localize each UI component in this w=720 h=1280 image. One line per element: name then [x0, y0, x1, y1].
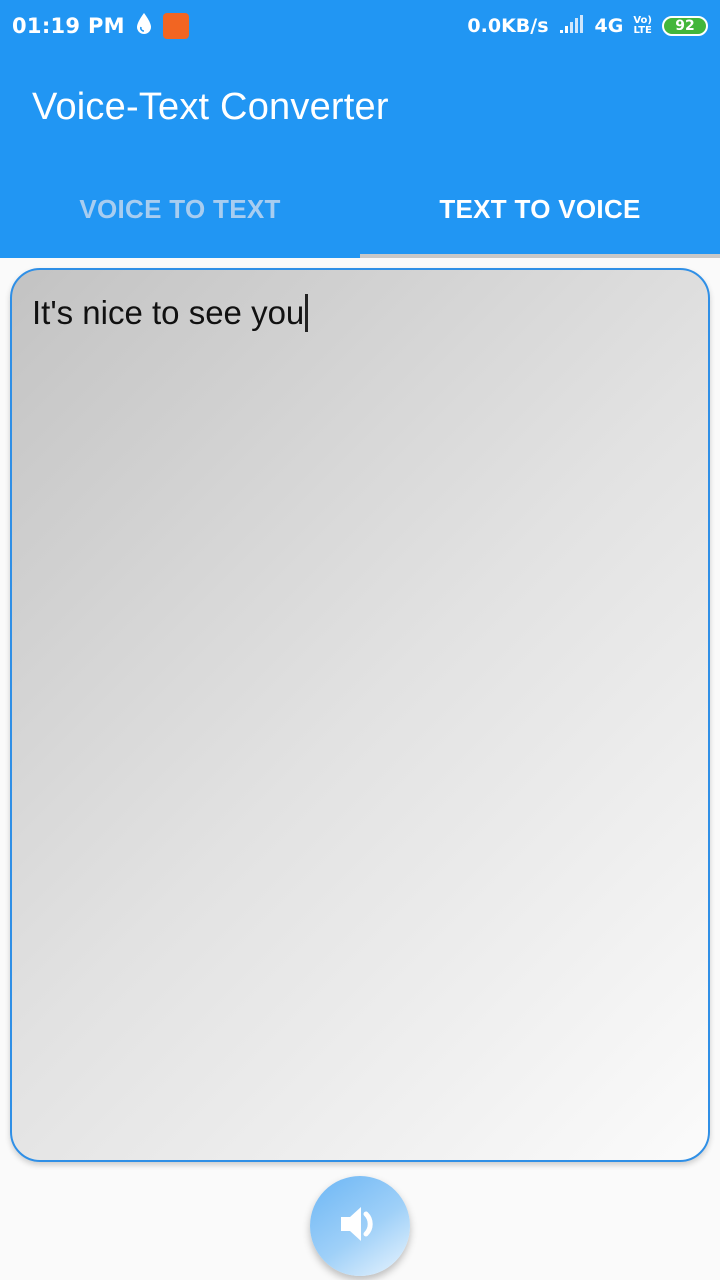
text-input-value[interactable]: It's nice to see you [32, 294, 304, 331]
network-type: 4G [594, 15, 624, 37]
speak-button[interactable] [310, 1176, 410, 1276]
app-notification-icon [162, 13, 189, 39]
speaker-icon [335, 1199, 385, 1254]
volte-indicator: Vo) LTE [633, 16, 652, 36]
app-bar: Voice-Text Converter VOICE TO TEXT TEXT … [0, 52, 720, 258]
tab-indicator [360, 254, 720, 258]
tab-label: TEXT TO VOICE [439, 193, 641, 224]
water-drop-icon [135, 12, 153, 40]
battery-level: 92 [675, 18, 695, 34]
status-time: 01:19 PM [12, 14, 125, 38]
tab-text-to-voice[interactable]: TEXT TO VOICE [360, 160, 720, 258]
battery-icon: 92 [662, 16, 708, 36]
text-caret [305, 294, 309, 332]
tab-voice-to-text[interactable]: VOICE TO TEXT [0, 160, 360, 258]
tab-label: VOICE TO TEXT [79, 193, 281, 224]
signal-icon [559, 14, 585, 38]
text-input-area[interactable]: It's nice to see you [10, 268, 710, 1162]
status-bar: 01:19 PM 0.0KB/s 4G Vo) LTE 92 [0, 0, 720, 52]
tab-bar: VOICE TO TEXT TEXT TO VOICE [0, 160, 720, 258]
volte-bottom: LTE [633, 25, 652, 36]
app-title: Voice-Text Converter [32, 86, 389, 128]
network-speed: 0.0KB/s [467, 15, 549, 37]
